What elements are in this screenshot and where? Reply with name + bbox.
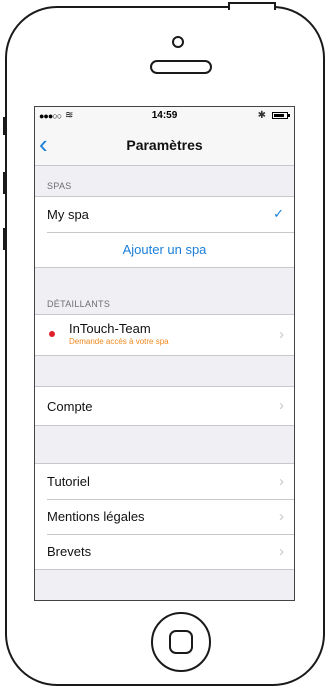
status-bar: ●●●○○ ≋ 14:59 ✱	[35, 107, 294, 125]
legal-notices-row[interactable]: Mentions légales ›	[35, 499, 294, 534]
home-button-icon	[169, 630, 193, 654]
chevron-right-icon: ›	[279, 397, 284, 414]
spa-row[interactable]: My spa ✓	[35, 197, 294, 232]
section-header-label: SPAS	[47, 181, 72, 191]
retailer-name: InTouch-Team	[69, 321, 151, 336]
app-screen: ●●●○○ ≋ 14:59 ✱ ‹ Paramètres SPAS My spa…	[34, 106, 295, 601]
volume-up-button	[3, 172, 7, 194]
tutorial-row[interactable]: Tutoriel ›	[35, 464, 294, 499]
patents-row[interactable]: Brevets ›	[35, 534, 294, 569]
bluetooth-icon: ✱	[257, 110, 266, 121]
add-spa-button[interactable]: Ajouter un spa	[35, 232, 294, 267]
status-time: 14:59	[151, 110, 178, 121]
chevron-right-icon: ›	[279, 508, 284, 525]
section-header-retailers: DÉTAILLANTS	[35, 298, 294, 314]
section-header-label: DÉTAILLANTS	[47, 299, 111, 309]
section-header-spas: SPAS	[35, 166, 294, 196]
battery-icon	[272, 112, 290, 119]
volume-down-button	[3, 228, 7, 250]
retailer-row[interactable]: InTouch-Team Demande accès à votre spa ›	[35, 315, 294, 355]
speaker-grille	[150, 60, 212, 74]
home-button[interactable]	[151, 612, 211, 672]
mute-switch	[3, 117, 7, 135]
chevron-right-icon: ›	[279, 543, 284, 560]
camera-icon	[172, 36, 184, 48]
navigation-bar: ‹ Paramètres	[35, 125, 294, 166]
legal-notices-label: Mentions légales	[47, 509, 145, 524]
retailers-group: InTouch-Team Demande accès à votre spa ›	[35, 314, 294, 356]
account-group: Compte ›	[35, 386, 294, 426]
tutorial-label: Tutoriel	[47, 474, 90, 489]
account-row[interactable]: Compte ›	[35, 387, 294, 425]
spa-name: My spa	[47, 207, 89, 222]
status-dot-icon	[49, 331, 55, 337]
page-title: Paramètres	[126, 137, 203, 153]
chevron-right-icon: ›	[279, 326, 284, 343]
add-spa-label: Ajouter un spa	[122, 242, 207, 257]
account-label: Compte	[47, 399, 93, 414]
info-group: Tutoriel › Mentions légales › Brevets ›	[35, 463, 294, 570]
retailer-status: Demande accès à votre spa	[69, 337, 169, 346]
spas-group: My spa ✓ Ajouter un spa	[35, 196, 294, 268]
battery-level	[274, 114, 284, 117]
patents-label: Brevets	[47, 544, 92, 559]
checkmark-icon: ✓	[273, 206, 284, 221]
power-button	[228, 2, 276, 10]
chevron-right-icon: ›	[279, 473, 284, 490]
